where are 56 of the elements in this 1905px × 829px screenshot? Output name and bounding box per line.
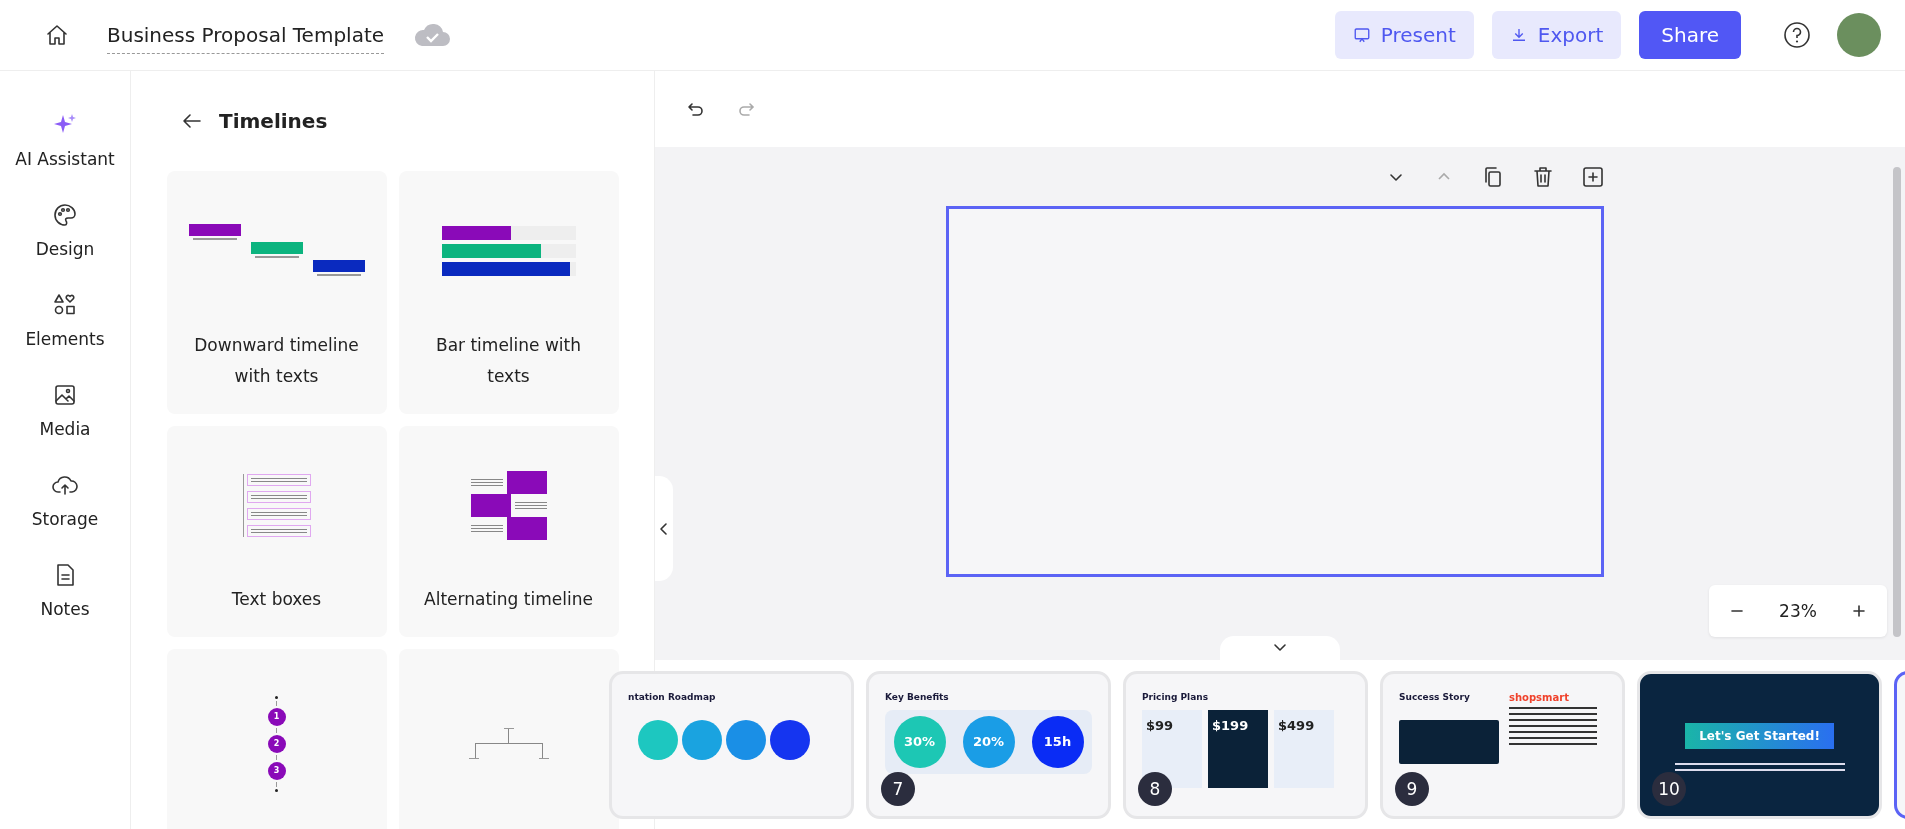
help-icon[interactable] — [1783, 21, 1811, 49]
avatar[interactable] — [1837, 13, 1881, 57]
stat-circle: 20% — [962, 715, 1015, 768]
stat-circle: 30% — [893, 715, 946, 768]
chevron-down-icon — [1272, 643, 1288, 653]
slide-title: Let's Get Started! — [1685, 722, 1834, 749]
price-card: $199 — [1208, 709, 1268, 788]
palette-icon — [51, 201, 79, 229]
slide-thumbnail[interactable]: Key Benefits 30% 20% 15h 7 — [866, 670, 1111, 819]
panel-title: Timelines — [219, 109, 328, 133]
slide-canvas[interactable] — [946, 206, 1604, 577]
rail-item[interactable]: Notes — [40, 561, 90, 619]
stat-circle: 15h — [1031, 715, 1084, 768]
slide-number: 9 — [1395, 771, 1429, 806]
rail-item[interactable]: Storage — [31, 471, 99, 529]
template-card[interactable]: Text boxes — [166, 426, 387, 637]
template-card[interactable]: Downward timeline with texts — [166, 171, 387, 414]
home-icon[interactable] — [45, 23, 69, 47]
rail-item[interactable]: AI Assistant — [15, 111, 115, 169]
slide-number: 7 — [881, 771, 915, 806]
slide-title: Success Story — [1399, 691, 1471, 702]
slide-title: Key Benefits — [885, 691, 950, 702]
plus-icon — [1852, 604, 1867, 618]
cloud-check-icon — [412, 22, 453, 48]
template-label: Bar timeline with texts — [435, 334, 582, 388]
vertical-timeline-drawing: 1 2 3 — [267, 695, 286, 792]
slide-thumbnail[interactable]: Let's Get Started! 10 — [1637, 670, 1882, 819]
template-label: Alternating timeline — [424, 588, 593, 611]
template-label: Downward timeline with texts — [193, 334, 360, 388]
slide-thumbnail[interactable]: ntation Roadmap — [609, 670, 854, 819]
chevron-left-icon — [658, 521, 670, 536]
delete-icon[interactable] — [1531, 165, 1555, 189]
export-button[interactable]: Export — [1491, 11, 1622, 59]
brand-logo: shopsmart — [1509, 691, 1570, 703]
slide-title: ntation Roadmap — [628, 691, 717, 702]
zoom-level: 23% — [1779, 601, 1817, 621]
rail-item[interactable]: Elements — [25, 291, 105, 349]
template-card[interactable]: 1 2 3 — [166, 649, 387, 829]
template-card[interactable]: Bar timeline with texts — [398, 171, 619, 414]
present-button[interactable]: Present — [1334, 11, 1474, 59]
slide-thumbnail[interactable]: Success Story shopsmart 9 — [1380, 670, 1625, 819]
slide-title: Pricing Plans — [1142, 691, 1210, 702]
rail-item[interactable]: Design — [35, 201, 95, 259]
rail-item[interactable]: Media — [39, 381, 91, 439]
filmstrip-toggle[interactable] — [1220, 636, 1340, 660]
slide-number: 10 — [1652, 771, 1686, 806]
monitor-icon — [1352, 26, 1371, 44]
text-boxes-drawing — [242, 473, 311, 537]
template-label: Text boxes — [231, 588, 322, 611]
share-button[interactable]: Share — [1639, 11, 1741, 59]
template-card[interactable]: Alternating timeline — [398, 426, 619, 637]
price-card: $499 — [1274, 709, 1334, 788]
scrollbar[interactable] — [1893, 167, 1901, 637]
collapse-panel-handle[interactable] — [655, 476, 673, 581]
document-title[interactable]: Business Proposal Template — [107, 16, 385, 54]
add-slide-icon[interactable] — [1581, 165, 1605, 189]
